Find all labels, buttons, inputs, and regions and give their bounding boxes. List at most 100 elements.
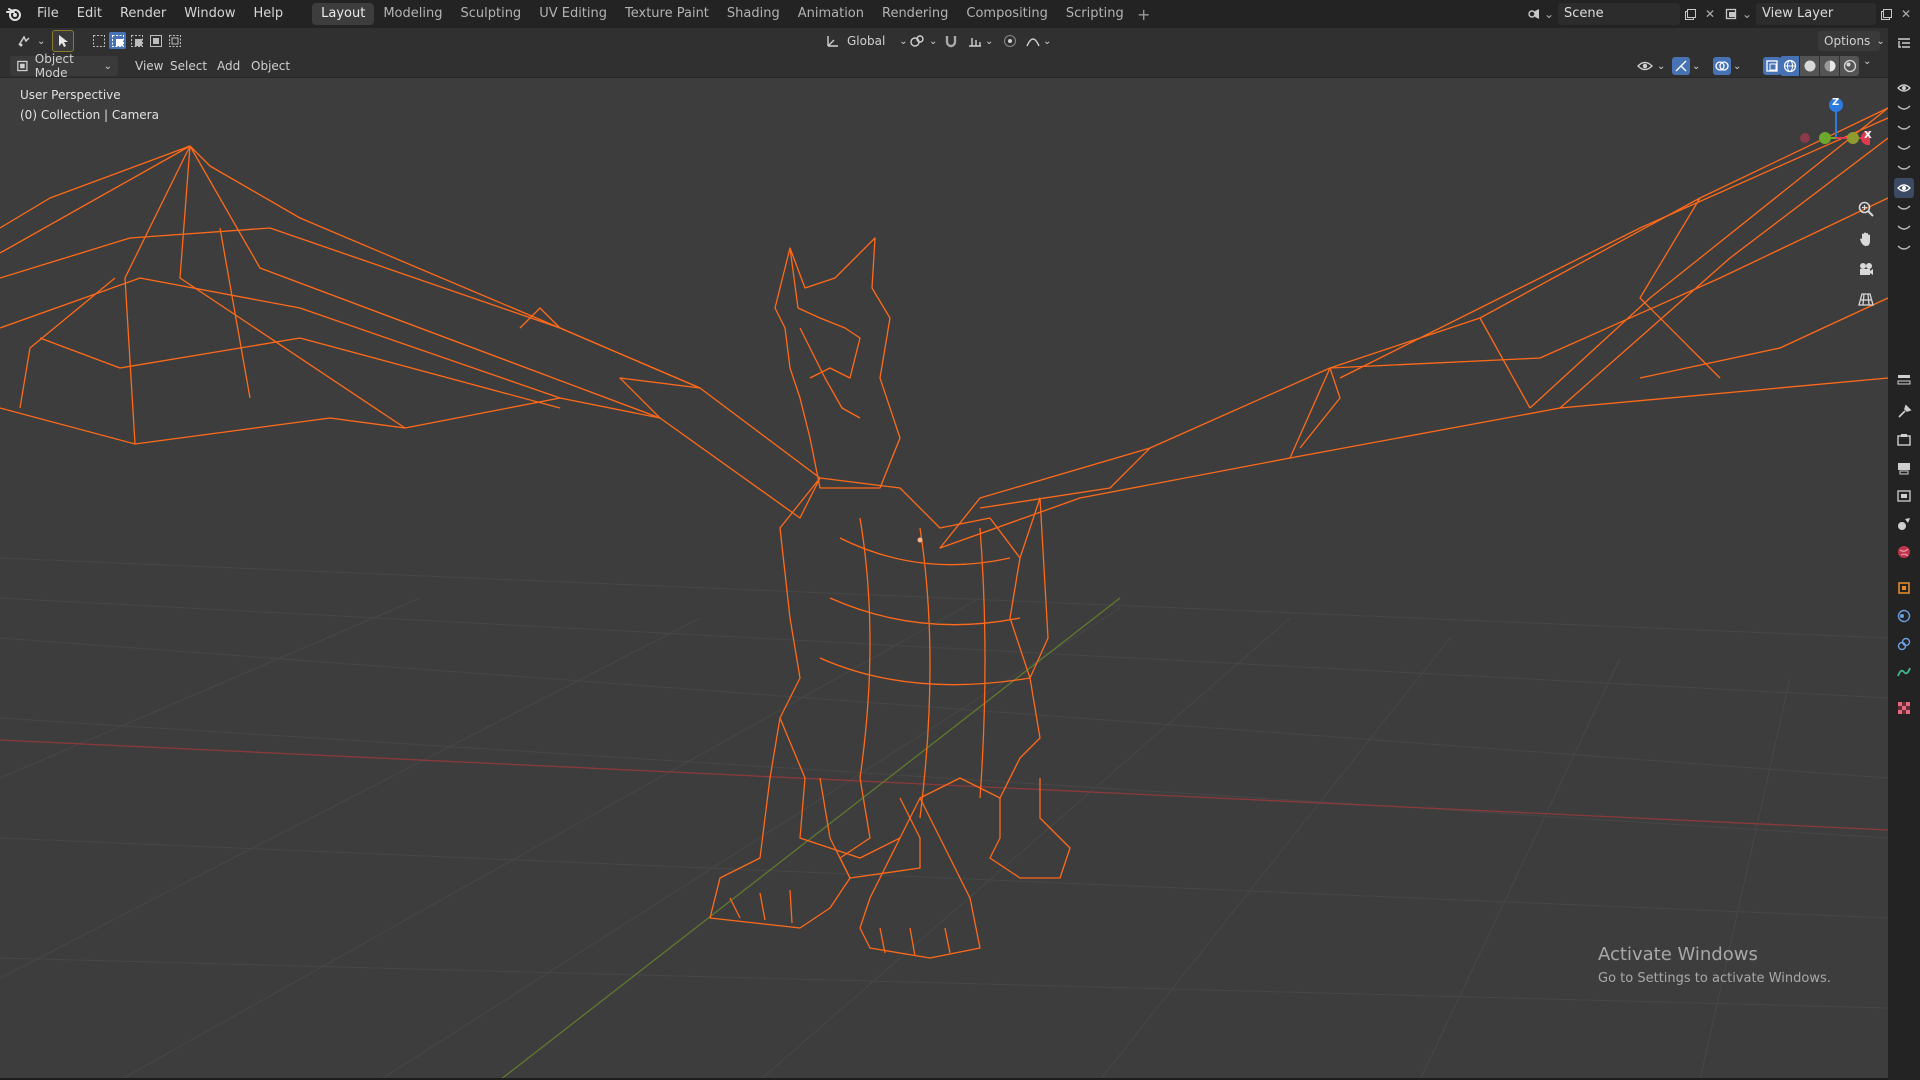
menu-render[interactable]: Render <box>111 0 175 28</box>
eye-closed-icon[interactable] <box>1894 158 1914 178</box>
select-menu[interactable]: Select <box>163 56 214 76</box>
eye-closed-icon[interactable] <box>1894 198 1914 218</box>
transform-orientation-dropdown[interactable]: Global ⌄ <box>818 31 915 51</box>
add-workspace-button[interactable]: + <box>1133 5 1155 24</box>
select-extend-icon[interactable] <box>109 32 126 49</box>
camera-view-button[interactable] <box>1853 256 1879 282</box>
new-scene-icon[interactable] <box>1680 4 1700 24</box>
pan-view-button[interactable] <box>1853 226 1879 252</box>
physics-properties-icon[interactable] <box>1894 606 1914 626</box>
tab-uv-editing[interactable]: UV Editing <box>530 3 616 25</box>
pivot-link-icon <box>910 35 924 47</box>
zoom-view-button[interactable] <box>1853 196 1879 222</box>
tab-compositing[interactable]: Compositing <box>957 3 1057 25</box>
view-layer-properties-icon[interactable] <box>1894 486 1914 506</box>
eye-icon[interactable] <box>1894 178 1914 198</box>
eye-cursor-icon <box>1637 61 1653 71</box>
eye-closed-icon[interactable] <box>1894 118 1914 138</box>
camera-icon <box>1860 263 1873 275</box>
view-layer-browse-icon[interactable] <box>1722 4 1742 24</box>
object-mode-dropdown[interactable]: Object Mode ⌄ <box>10 52 118 80</box>
editor-type-button[interactable]: ⌄ <box>10 31 52 51</box>
tab-scripting[interactable]: Scripting <box>1057 3 1133 25</box>
view-layer-name-field[interactable]: View Layer <box>1756 3 1876 25</box>
view-layer-selector: ⌄ View Layer ✕ <box>1722 3 1916 25</box>
navigation-gizmo[interactable]: Z X <box>1798 88 1875 176</box>
properties-editor-icon[interactable] <box>1894 370 1914 390</box>
scene-browse-icon[interactable] <box>1524 4 1544 24</box>
proportional-falloff-dropdown[interactable]: ⌄ <box>1018 31 1058 51</box>
world-properties-icon[interactable] <box>1894 542 1914 562</box>
eye-closed-icon[interactable] <box>1894 98 1914 118</box>
tab-animation[interactable]: Animation <box>789 3 873 25</box>
new-view-layer-icon[interactable] <box>1876 4 1896 24</box>
overlays-icon <box>1713 57 1731 75</box>
overlays-dropdown[interactable]: ⌄ <box>1706 56 1748 76</box>
x-axis-line <box>0 739 1888 831</box>
close-icon[interactable]: ✕ <box>1896 4 1916 24</box>
tab-sculpting[interactable]: Sculpting <box>451 3 530 25</box>
menu-window[interactable]: Window <box>175 0 244 28</box>
chevron-down-icon: ⌄ <box>1043 35 1052 47</box>
select-subtract-icon[interactable] <box>128 32 145 49</box>
viewport-header: Object Mode ⌄ View Select Add Object ⌄ ⌄… <box>0 52 1888 80</box>
cursor-arrow-icon <box>59 35 68 47</box>
menu-help[interactable]: Help <box>245 0 293 28</box>
right-sidebar <box>1888 28 1920 1080</box>
gizmo-dropdown[interactable]: ⌄ <box>1665 56 1707 76</box>
chevron-down-icon[interactable]: ⌄ <box>1863 56 1871 76</box>
close-icon[interactable]: ✕ <box>1700 4 1720 24</box>
scene-selector: ⌄ Scene ✕ <box>1524 3 1720 25</box>
options-label: Options <box>1824 34 1871 48</box>
add-menu[interactable]: Add <box>210 56 247 76</box>
select-invert-icon[interactable] <box>147 32 164 49</box>
orientation-axes-icon <box>827 36 838 47</box>
snap-target-dropdown[interactable]: ⌄ <box>960 31 1000 51</box>
viewport-collection-label: (0) Collection | Camera <box>20 108 159 122</box>
select-tool-button[interactable] <box>52 30 74 52</box>
wireframe-shading-icon[interactable] <box>1780 56 1799 76</box>
tab-modeling[interactable]: Modeling <box>374 3 451 25</box>
tab-texture-paint[interactable]: Texture Paint <box>616 3 718 25</box>
eye-closed-icon[interactable] <box>1894 218 1914 238</box>
tab-shading[interactable]: Shading <box>718 3 789 25</box>
toggle-projection-button[interactable] <box>1853 286 1879 312</box>
object-properties-icon[interactable] <box>1894 578 1914 598</box>
3d-viewport[interactable]: User Perspective (0) Collection | Camera… <box>0 78 1888 1078</box>
eye-icon[interactable] <box>1894 78 1914 98</box>
tab-rendering[interactable]: Rendering <box>873 3 957 25</box>
eye-closed-icon[interactable] <box>1894 138 1914 158</box>
blender-logo-icon[interactable] <box>0 0 28 28</box>
tool-properties-icon[interactable] <box>1894 402 1914 422</box>
scene-properties-icon[interactable] <box>1894 514 1914 534</box>
object-mode-icon <box>17 60 28 72</box>
select-intersect-icon[interactable] <box>166 32 183 49</box>
output-properties-icon[interactable] <box>1894 458 1914 478</box>
chevron-down-icon[interactable]: ⌄ <box>1544 4 1554 24</box>
texture-properties-icon[interactable] <box>1894 698 1914 718</box>
constraints-properties-icon[interactable] <box>1894 634 1914 654</box>
options-dropdown[interactable]: Options ⌄ <box>1818 31 1885 51</box>
chevron-down-icon: ⌄ <box>1692 60 1701 72</box>
render-properties-icon[interactable] <box>1894 430 1914 450</box>
transform-orientation-label: Global <box>847 34 886 48</box>
outliner-icon[interactable] <box>1894 34 1914 54</box>
rendered-shading-icon[interactable] <box>1840 56 1859 76</box>
menu-edit[interactable]: Edit <box>68 0 111 28</box>
activate-windows-subtitle: Go to Settings to activate Windows. <box>1598 971 1831 986</box>
tab-layout[interactable]: Layout <box>312 3 375 25</box>
top-bar: File Edit Render Window Help Layout Mode… <box>0 0 1920 28</box>
object-menu[interactable]: Object <box>244 56 297 76</box>
gizmo-x-label: X <box>1864 130 1872 141</box>
solid-shading-icon[interactable] <box>1800 56 1819 76</box>
material-preview-shading-icon[interactable] <box>1820 56 1839 76</box>
object-mode-label: Object Mode <box>34 52 74 80</box>
viewport-perspective-label: User Perspective <box>20 88 121 102</box>
eye-closed-icon[interactable] <box>1894 238 1914 258</box>
chevron-down-icon[interactable]: ⌄ <box>1742 4 1752 24</box>
select-new-icon[interactable] <box>90 32 107 49</box>
scene-name-field[interactable]: Scene <box>1558 3 1680 25</box>
magnet-icon <box>945 36 957 48</box>
menu-file[interactable]: File <box>28 0 68 28</box>
data-properties-icon[interactable] <box>1894 662 1914 682</box>
